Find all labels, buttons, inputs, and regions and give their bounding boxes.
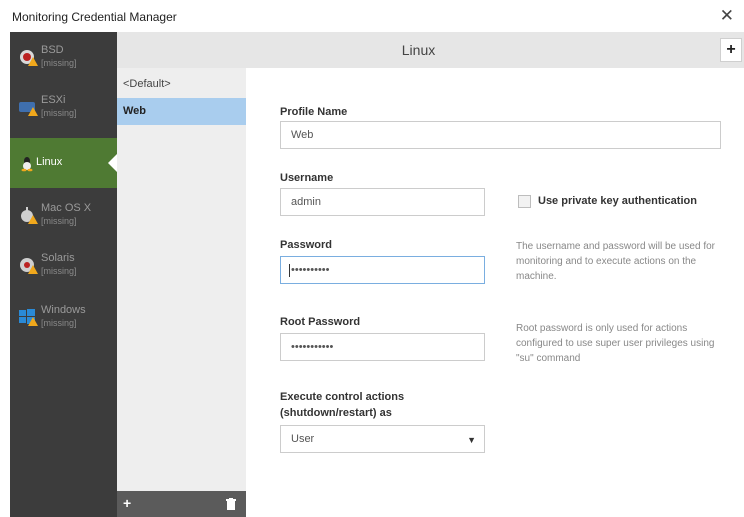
sidebar-item-label: ESXi xyxy=(41,94,66,106)
profile-name-label: Profile Name xyxy=(280,106,348,118)
sidebar-item-status: [missing] xyxy=(41,266,77,276)
execute-label-line1: Execute control actions xyxy=(280,391,405,403)
close-icon[interactable]: ✕ xyxy=(720,6,734,26)
warning-icon xyxy=(28,107,38,116)
sidebar-item-bsd[interactable]: BSD [missing] xyxy=(10,32,117,82)
sidebar-item-status: [missing] xyxy=(41,58,77,68)
linux-icon xyxy=(21,157,33,172)
page-title: Linux xyxy=(401,42,436,58)
chevron-down-icon: ▼ xyxy=(467,435,476,445)
execute-label-line2: (shutdown/restart) as xyxy=(280,407,392,419)
profile-item-label: Web xyxy=(123,105,147,117)
private-key-checkbox[interactable] xyxy=(518,195,531,208)
profile-item-web[interactable]: Web xyxy=(117,98,246,125)
execute-as-value: User xyxy=(291,433,315,445)
sidebar-item-status: [missing] xyxy=(41,318,77,328)
sidebar-item-label: Windows xyxy=(41,304,86,316)
text-caret xyxy=(289,263,290,277)
profile-name-input[interactable]: Web xyxy=(280,121,721,149)
sidebar-item-label: Solaris xyxy=(41,252,75,264)
sidebar-item-label: Linux xyxy=(36,156,63,168)
warning-icon xyxy=(28,215,38,224)
os-header: Linux + xyxy=(117,32,744,68)
root-password-label: Root Password xyxy=(280,316,361,328)
password-value: •••••••••• xyxy=(291,264,330,276)
trash-icon[interactable] xyxy=(226,498,236,510)
sidebar-item-esxi[interactable]: ESXi [missing] xyxy=(10,82,117,132)
execute-as-select[interactable]: User ▼ xyxy=(280,425,485,453)
sidebar-item-linux[interactable]: Linux xyxy=(10,138,117,188)
profile-list: <Default> Web xyxy=(117,68,246,517)
sidebar-item-label: Mac OS X xyxy=(41,202,92,214)
profile-item-label: <Default> xyxy=(123,78,171,90)
add-os-button[interactable]: + xyxy=(720,38,742,62)
profile-form: Profile Name Web Username admin Use priv… xyxy=(246,68,744,517)
password-hint: The username and password will be used f… xyxy=(516,241,715,282)
warning-icon xyxy=(28,317,38,326)
root-password-hint: Root password is only used for actions c… xyxy=(516,323,715,364)
password-label: Password xyxy=(280,239,332,251)
profile-item-default[interactable]: <Default> xyxy=(117,71,246,98)
sidebar-item-macosx[interactable]: Mac OS X [missing] xyxy=(10,190,117,240)
root-password-input[interactable]: ••••••••••• xyxy=(280,333,485,361)
add-profile-button[interactable]: + xyxy=(123,495,131,511)
sidebar-item-solaris[interactable]: Solaris [missing] xyxy=(10,240,117,290)
sidebar-item-windows[interactable]: Windows [missing] xyxy=(10,292,117,342)
private-key-label: Use private key authentication xyxy=(538,195,697,207)
sidebar-item-label: BSD xyxy=(41,44,64,56)
warning-icon xyxy=(28,57,38,66)
password-input[interactable]: •••••••••• xyxy=(280,256,485,284)
warning-icon xyxy=(28,265,38,274)
os-sidebar: BSD [missing] ESXi [missing] Linux Mac O… xyxy=(10,32,117,517)
title-bar: Monitoring Credential Manager ✕ xyxy=(0,0,744,32)
username-input[interactable]: admin xyxy=(280,188,485,216)
username-label: Username xyxy=(280,172,334,184)
sidebar-item-status: [missing] xyxy=(41,216,77,226)
window-title: Monitoring Credential Manager xyxy=(12,10,177,24)
sidebar-item-status: [missing] xyxy=(41,108,77,118)
profile-toolbar: + xyxy=(117,491,246,517)
